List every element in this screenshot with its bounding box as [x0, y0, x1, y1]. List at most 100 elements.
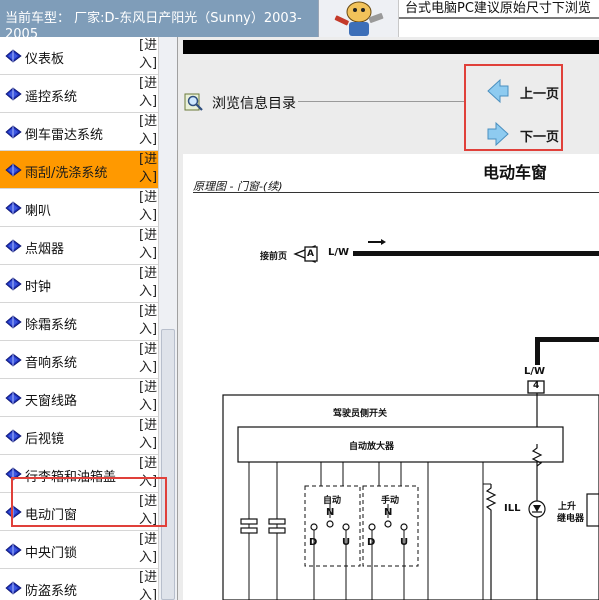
enter-link[interactable]: [进入]	[139, 417, 157, 453]
book-icon	[5, 505, 22, 519]
enter-link[interactable]: [进入]	[139, 569, 157, 600]
book-icon	[5, 467, 22, 481]
sidebar-item[interactable]: 时钟 [进入]	[0, 265, 158, 303]
connector-a-label: A	[307, 249, 314, 259]
enter-link[interactable]: [进入]	[139, 303, 157, 339]
sidebar-item-label: 电动门窗	[25, 508, 78, 523]
book-icon	[5, 239, 22, 253]
enter-link[interactable]: [进入]	[139, 493, 157, 529]
top-black-bar	[183, 40, 599, 54]
wiring-diagram-page: 电动车窗 原理图 - 门窗-(续) 接前页 A L/W L/W 4 驾驶员侧开关…	[183, 154, 599, 600]
scrollbar-thumb[interactable]	[161, 329, 175, 600]
sidebar-scrollbar[interactable]	[158, 37, 177, 600]
book-icon	[5, 277, 22, 291]
enter-link[interactable]: [进入]	[139, 189, 157, 225]
book-icon	[5, 315, 22, 329]
main-content: 浏览信息目录 上一页 下一页 电动车窗 原理图 - 门窗-(续) 接前页 A L…	[178, 37, 599, 600]
sidebar-item-label: 倒车雷达系统	[25, 128, 104, 143]
wire-lw-top-label: L/W	[328, 247, 350, 258]
wiring-schematic	[222, 239, 599, 600]
book-icon	[5, 125, 22, 139]
sidebar-item[interactable]: 点烟器 [进入]	[0, 227, 158, 265]
sidebar-item-label: 雨刮/洗涤系统	[25, 166, 108, 181]
sidebar-item[interactable]: 行李箱和油箱盖 [进入]	[0, 455, 158, 493]
enter-link[interactable]: [进入]	[139, 341, 157, 377]
sidebar-item[interactable]: 防盗系统 [进入]	[0, 569, 158, 600]
wire-lw-right-label: L/W	[524, 366, 546, 377]
book-icon	[5, 163, 22, 177]
auto-amplifier-label: 自动放大器	[349, 442, 395, 452]
current-model-bar: 当前车型： 厂家:D-东风日产阳光（Sunny）2003-2005	[0, 0, 318, 37]
manual-d-label: D	[367, 537, 376, 548]
book-icon	[5, 87, 22, 101]
sidebar-item-label: 后视镜	[25, 432, 65, 447]
diagram-title: 电动车窗	[483, 163, 548, 182]
prev-page-button[interactable]: 上一页	[486, 76, 561, 106]
next-page-label: 下一页	[520, 130, 560, 145]
diagram-subtitle-rule	[193, 192, 599, 193]
sidebar-item[interactable]: 遥控系统 [进入]	[0, 75, 158, 113]
sidebar-item[interactable]: 仪表板 [进入]	[0, 37, 158, 75]
book-icon	[5, 429, 22, 443]
sidebar-item-label: 遥控系统	[25, 90, 78, 105]
left-arrow-icon	[487, 78, 509, 104]
enter-link[interactable]: [进入]	[139, 227, 157, 263]
enter-link[interactable]: [进入]	[139, 455, 157, 491]
sidebar-item-label: 仪表板	[25, 52, 65, 67]
sidebar-menu: 仪表板 [进入] 遥控系统 [进入] 倒车雷达系统 [进入] 雨刮/洗涤系统 [进入] 喇叭 [进…	[0, 37, 158, 600]
banner-divider	[399, 17, 599, 19]
up-relay-label-2: 继电器	[557, 514, 585, 524]
sidebar-item[interactable]: 电动门窗 [进入]	[0, 493, 158, 531]
sidebar-item-label: 除霜系统	[25, 318, 78, 333]
magnifier-doc-icon	[184, 93, 203, 111]
sidebar-item-label: 喇叭	[25, 204, 52, 219]
auto-label: 自动	[323, 496, 342, 506]
driver-switch-label: 驾驶员侧开关	[333, 409, 388, 419]
book-icon	[5, 353, 22, 367]
sidebar-item-label: 中央门锁	[25, 546, 78, 561]
sidebar-item-label: 行李箱和油箱盖	[25, 470, 117, 485]
browse-directory-label: 浏览信息目录	[212, 96, 296, 112]
enter-link[interactable]: [进入]	[139, 531, 157, 567]
sidebar-item-label: 防盗系统	[25, 584, 78, 599]
sidebar-item[interactable]: 天窗线路 [进入]	[0, 379, 158, 417]
pin-4-label: 4	[533, 381, 540, 391]
sidebar: 仪表板 [进入] 遥控系统 [进入] 倒车雷达系统 [进入] 雨刮/洗涤系统 [进入] 喇叭 [进…	[0, 37, 178, 600]
sidebar-item-label: 时钟	[25, 280, 52, 295]
book-icon	[5, 543, 22, 557]
mascot-logo	[318, 0, 399, 37]
auto-u-label: U	[342, 537, 351, 548]
book-icon	[5, 49, 22, 63]
prev-page-label: 上一页	[520, 87, 560, 102]
page-nav-highlight: 上一页 下一页	[464, 64, 563, 151]
enter-link[interactable]: [进入]	[139, 265, 157, 301]
browse-divider	[298, 101, 464, 102]
book-icon	[5, 581, 22, 595]
label-prev-page: 接前页	[260, 252, 288, 262]
browse-advice-text: 台式电脑PC建议原始尺寸下浏览	[405, 1, 591, 16]
next-page-button[interactable]: 下一页	[486, 119, 561, 149]
sidebar-item-label: 天窗线路	[25, 394, 78, 409]
enter-link[interactable]: [进入]	[139, 113, 157, 149]
sidebar-item[interactable]: 后视镜 [进入]	[0, 417, 158, 455]
manual-label: 手动	[381, 496, 400, 506]
enter-link[interactable]: [进入]	[139, 379, 157, 415]
enter-link[interactable]: [进入]	[139, 37, 157, 73]
browse-advice-banner: 台式电脑PC建议原始尺寸下浏览	[398, 0, 599, 37]
right-arrow-icon	[487, 121, 509, 147]
enter-link[interactable]: [进入]	[139, 151, 157, 187]
sidebar-item[interactable]: 倒车雷达系统 [进入]	[0, 113, 158, 151]
enter-link[interactable]: [进入]	[139, 75, 157, 111]
ill-label: ILL	[504, 503, 521, 514]
book-icon	[5, 201, 22, 215]
sidebar-item-label: 音响系统	[25, 356, 78, 371]
sidebar-item[interactable]: 雨刮/洗涤系统 [进入]	[0, 151, 158, 189]
book-icon	[5, 391, 22, 405]
current-model-text: 当前车型： 厂家:D-东风日产阳光（Sunny）2003-2005	[5, 11, 302, 37]
sidebar-item[interactable]: 中央门锁 [进入]	[0, 531, 158, 569]
sidebar-item[interactable]: 音响系统 [进入]	[0, 341, 158, 379]
sidebar-item[interactable]: 除霜系统 [进入]	[0, 303, 158, 341]
manual-u-label: U	[400, 537, 409, 548]
auto-d-label: D	[309, 537, 318, 548]
sidebar-item[interactable]: 喇叭 [进入]	[0, 189, 158, 227]
